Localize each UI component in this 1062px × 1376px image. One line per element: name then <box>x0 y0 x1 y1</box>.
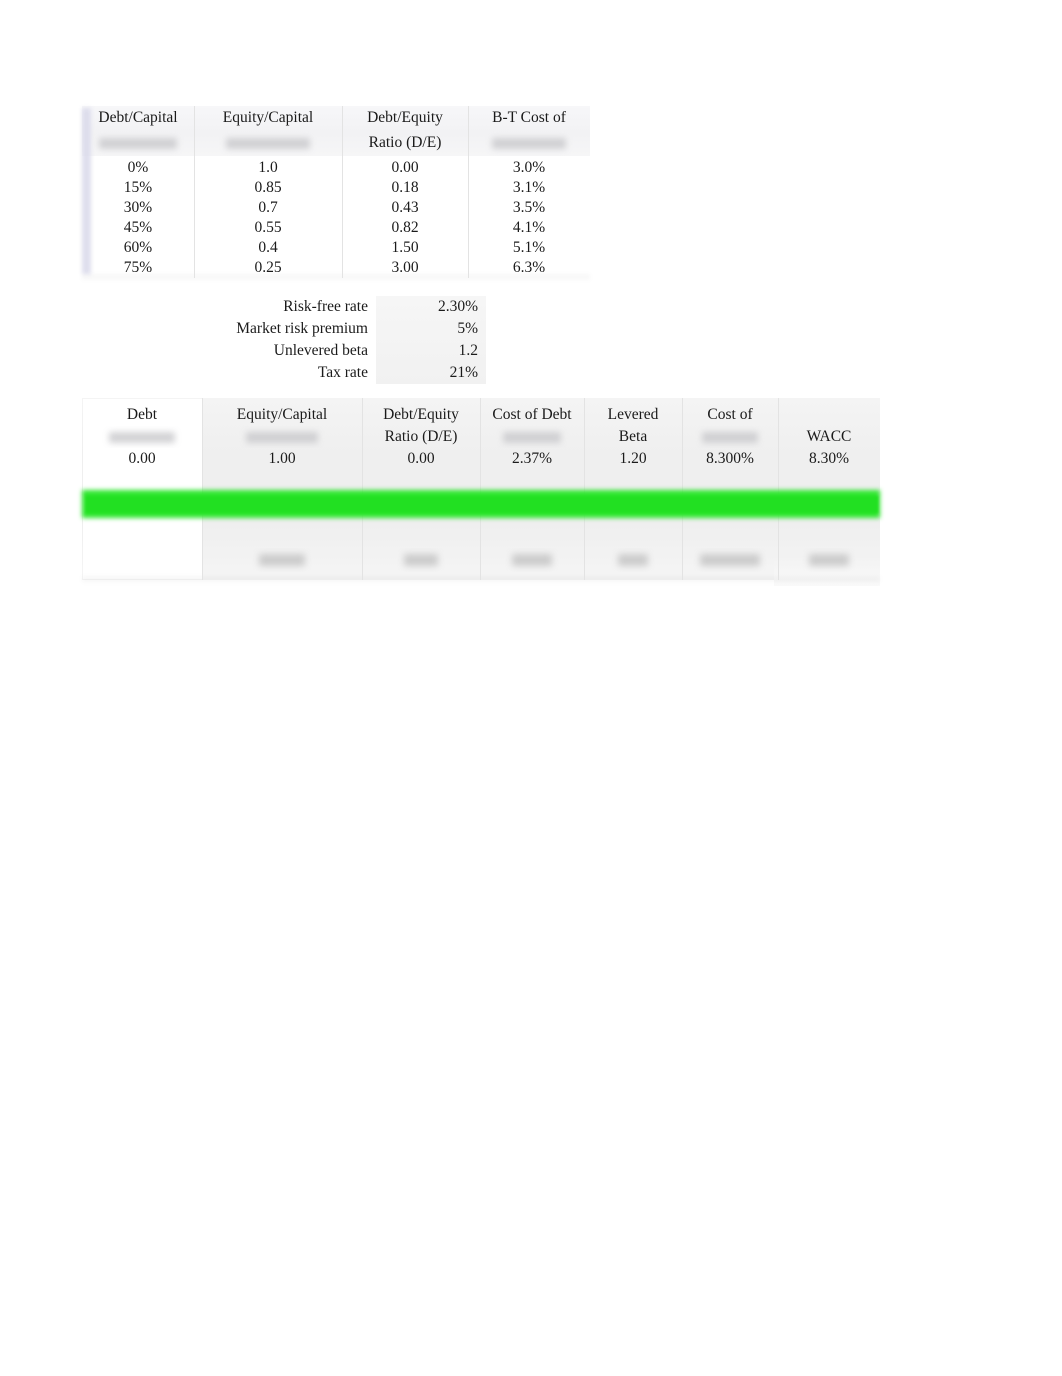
capital-structure-assumptions-table[interactable]: Debt/Capital Equity/Capital Debt/Equity … <box>82 106 590 281</box>
illegible-text <box>259 554 305 566</box>
column-subheader-equity-capital <box>202 426 362 448</box>
input-label: Risk-free rate <box>283 297 368 315</box>
illegible-text <box>503 431 561 443</box>
cell-debt-capital[interactable]: 30% <box>82 198 194 218</box>
illegible-text <box>702 431 758 443</box>
cell-equity-capital[interactable] <box>202 548 362 572</box>
cell-debt-capital[interactable]: 45% <box>82 218 194 238</box>
cell-debt[interactable]: 0.00 <box>82 448 202 470</box>
cell-bt-cost-of-debt[interactable]: 3.1% <box>468 178 590 198</box>
illegible-text <box>700 554 760 566</box>
illegible-text <box>99 138 177 149</box>
column-header-blank <box>778 404 880 426</box>
illegible-text <box>492 138 566 149</box>
cell-bt-cost-of-debt[interactable]: 3.0% <box>468 158 590 178</box>
illegible-text <box>246 431 318 443</box>
cell-debt-equity-ratio[interactable]: 0.82 <box>342 218 468 238</box>
input-label: Tax rate <box>317 363 368 381</box>
cell-bt-cost-of-debt[interactable]: 3.5% <box>468 198 590 218</box>
cell-cost-of-debt[interactable]: 2.37% <box>480 448 584 470</box>
illegible-text <box>226 138 310 149</box>
cell-debt-equity-ratio[interactable]: 3.00 <box>342 258 468 278</box>
cell-debt-equity-ratio[interactable]: 1.50 <box>342 238 468 258</box>
illegible-text <box>809 554 849 566</box>
cell-equity-capital[interactable]: 0.85 <box>194 178 342 198</box>
column-header-levered: Levered <box>607 405 659 423</box>
column-header-debt-equity: Debt/Equity <box>367 109 443 127</box>
column-subheader-debt-equity-ratio: Ratio (D/E) <box>384 427 458 445</box>
column-subheader-cost-of-debt <box>480 426 584 448</box>
cell-debt-capital[interactable]: 0% <box>82 158 194 178</box>
cell-debt-equity-ratio[interactable]: 0.43 <box>342 198 468 218</box>
column-header-cost-of: Cost of <box>707 405 753 423</box>
cell-equity-capital[interactable]: 0.7 <box>194 198 342 218</box>
illegible-text <box>512 554 552 566</box>
column-subheader-cost-of-equity <box>682 426 778 448</box>
column-header-debt-capital: Debt/Capital <box>98 109 178 127</box>
model-inputs-block[interactable]: Risk-free rate 2.30% Market risk premium 5%… <box>200 296 486 384</box>
column-subheader-debt-equity-ratio: Ratio (D/E) <box>368 134 442 152</box>
cell-levered-beta[interactable]: 1.20 <box>584 448 682 470</box>
cell-debt-capital[interactable]: 60% <box>82 238 194 258</box>
column-subheader-debt-capital <box>82 131 194 156</box>
input-value[interactable]: 21% <box>376 362 486 384</box>
column-subheader-debt <box>82 426 202 448</box>
cell-wacc[interactable] <box>778 548 880 572</box>
column-header-equity-capital: Equity/Capital <box>236 405 328 423</box>
column-subheader-wacc: WACC <box>806 427 852 445</box>
column-subheader-equity-capital <box>194 131 342 156</box>
column-header-debt: Debt <box>126 405 158 423</box>
cell-cost-of-equity[interactable] <box>682 548 778 572</box>
input-value[interactable]: 2.30% <box>376 296 486 318</box>
cell-equity-capital[interactable]: 0.4 <box>194 238 342 258</box>
input-value[interactable]: 1.2 <box>376 340 486 362</box>
cell-bt-cost-of-debt[interactable]: 6.3% <box>468 258 590 278</box>
cell-equity-capital[interactable]: 1.00 <box>202 448 362 470</box>
cell-equity-capital[interactable]: 0.55 <box>194 218 342 238</box>
highlighted-row-band-core <box>86 496 878 513</box>
column-subheader-levered-beta: Beta <box>618 427 648 445</box>
cell-equity-capital[interactable]: 1.0 <box>194 158 342 178</box>
top-table-body: 0% 1.0 0.00 3.0% 15% 0.85 0.18 3.1% 30% 0.7 0.43 3.… <box>82 158 590 278</box>
cell-cost-of-equity[interactable]: 8.300% <box>682 448 778 470</box>
cell-equity-capital[interactable]: 0.25 <box>194 258 342 278</box>
column-header-bt-cost-of: B-T Cost of <box>492 109 566 127</box>
illegible-text <box>404 554 438 566</box>
cell-cost-of-debt[interactable] <box>480 548 584 572</box>
cell-levered-beta[interactable] <box>584 548 682 572</box>
table-row[interactable]: 0.00 1.00 0.00 2.37% 1.20 8.300% 8.30% <box>82 448 880 470</box>
cell-debt-capital[interactable]: 15% <box>82 178 194 198</box>
cell-debt-equity-ratio[interactable] <box>362 548 480 572</box>
cell-debt-capital[interactable]: 75% <box>82 258 194 278</box>
column-header-cost-of-debt: Cost of Debt <box>492 405 572 423</box>
input-label: Market risk premium <box>236 319 368 337</box>
illegible-text <box>109 431 175 443</box>
input-label: Unlevered beta <box>273 341 368 359</box>
cell-bt-cost-of-debt[interactable]: 5.1% <box>468 238 590 258</box>
cell-debt-equity-ratio[interactable]: 0.18 <box>342 178 468 198</box>
cell-debt-equity-ratio[interactable]: 0.00 <box>342 158 468 178</box>
bottom-table-header-row: Debt Equity/Capital Debt/Equity Cost of … <box>82 404 880 448</box>
illegible-text <box>618 554 648 566</box>
cell-bt-cost-of-debt[interactable]: 4.1% <box>468 218 590 238</box>
input-value[interactable]: 5% <box>376 318 486 340</box>
column-subheader-bt-cost-of <box>468 131 590 156</box>
cell-wacc[interactable]: 8.30% <box>778 448 880 470</box>
column-header-equity-capital: Equity/Capital <box>222 109 314 127</box>
wacc-calculation-table[interactable]: Debt Equity/Capital Debt/Equity Cost of … <box>82 398 880 586</box>
cell-debt[interactable] <box>82 548 202 572</box>
cell-debt-equity-ratio[interactable]: 0.00 <box>362 448 480 470</box>
column-header-debt-equity: Debt/Equity <box>383 405 459 423</box>
model-inputs-grid: Risk-free rate 2.30% Market risk premium 5%… <box>200 296 486 384</box>
table-row[interactable] <box>82 548 880 572</box>
top-table-header-row: Debt/Capital Equity/Capital Debt/Equity … <box>82 106 590 156</box>
